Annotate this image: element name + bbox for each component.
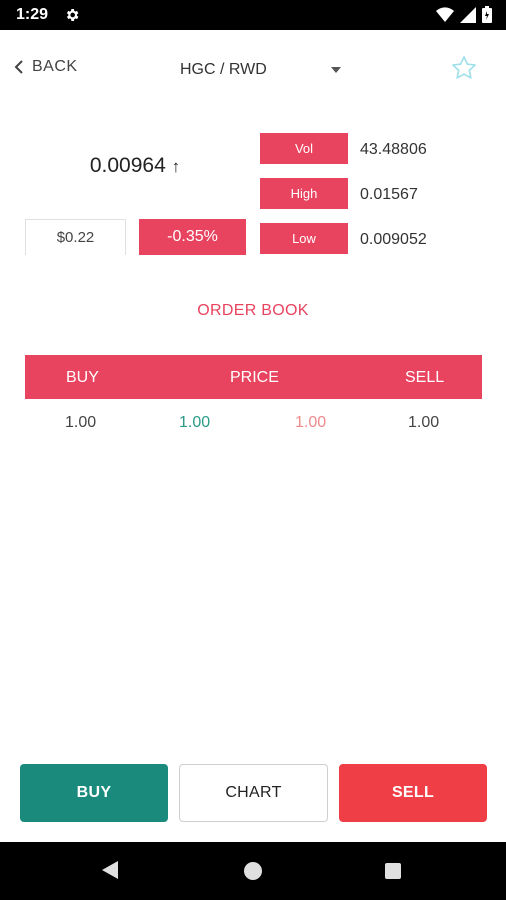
status-bar: 1:29 bbox=[0, 0, 506, 30]
column-buy: BUY bbox=[66, 369, 99, 386]
trend-up-arrow: ↑ bbox=[171, 157, 181, 176]
buy-quantity: 1.00 bbox=[65, 414, 97, 431]
back-label: BACK bbox=[32, 58, 78, 75]
column-price: PRICE bbox=[230, 369, 279, 386]
low-label: Low bbox=[260, 223, 348, 254]
wifi-icon bbox=[436, 6, 454, 22]
dropdown-caret-icon bbox=[331, 67, 341, 73]
settings-gear-icon bbox=[66, 9, 79, 21]
last-price-value: 0.00964 bbox=[89, 154, 166, 177]
nav-home-icon[interactable] bbox=[244, 862, 262, 880]
nav-back-icon[interactable] bbox=[102, 861, 118, 879]
nav-recents-icon[interactable] bbox=[385, 863, 401, 879]
chart-button[interactable]: CHART bbox=[179, 764, 328, 822]
usd-price-box: $0.22 bbox=[25, 219, 126, 255]
order-book-header: BUY PRICE SELL bbox=[25, 355, 482, 399]
buy-button[interactable]: BUY bbox=[20, 764, 168, 822]
status-icons bbox=[436, 6, 492, 23]
last-price: 0.00964 ↑ bbox=[60, 154, 210, 178]
high-label: High bbox=[260, 178, 348, 209]
pair-selector[interactable]: HGC / RWD bbox=[180, 58, 345, 82]
high-value: 0.01567 bbox=[360, 186, 418, 203]
change-percent-badge: -0.35% bbox=[139, 219, 246, 255]
sell-quantity: 1.00 bbox=[408, 414, 440, 431]
low-value: 0.009052 bbox=[360, 231, 427, 248]
sell-price: 1.00 bbox=[295, 414, 327, 431]
chevron-left-icon bbox=[14, 60, 23, 74]
vol-label: Vol bbox=[260, 133, 348, 164]
vol-value: 43.48806 bbox=[360, 141, 427, 158]
buy-price: 1.00 bbox=[179, 414, 211, 431]
signal-icon bbox=[460, 6, 476, 23]
column-sell: SELL bbox=[405, 369, 445, 386]
order-book-title: ORDER BOOK bbox=[197, 302, 309, 319]
sell-button[interactable]: SELL bbox=[339, 764, 487, 822]
battery-icon bbox=[482, 6, 492, 23]
back-button[interactable]: BACK bbox=[14, 58, 78, 76]
status-time: 1:29 bbox=[16, 6, 49, 23]
table-row[interactable]: 1.00 1.00 1.00 1.00 bbox=[25, 400, 482, 444]
navigation-bar bbox=[0, 842, 506, 900]
star-outline-icon[interactable] bbox=[450, 54, 478, 82]
pair-label: HGC / RWD bbox=[180, 61, 267, 78]
